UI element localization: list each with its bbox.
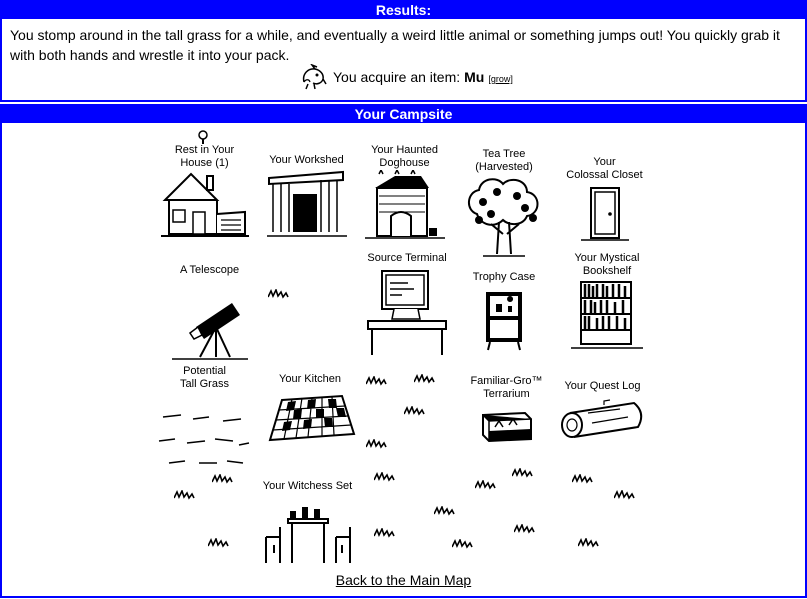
kitchen-icon (268, 394, 356, 442)
results-header: Results: (2, 2, 805, 19)
log-icon (560, 399, 642, 438)
tea-tree-label: Tea Tree (Harvested) (475, 148, 533, 173)
acquire-prefix: You acquire an item: (333, 69, 461, 85)
grass-tuft-icon (414, 374, 435, 383)
terminal-label: Source Terminal (367, 252, 447, 264)
magnifier-icon (198, 130, 208, 144)
grass-tuft-icon (475, 480, 496, 489)
item-name: Mu (464, 69, 485, 85)
campsite-bookshelf[interactable]: Your Mystical Bookshelf (562, 252, 652, 352)
tall-grass-icon (158, 414, 250, 464)
terrarium-label-1: Familiar-Gro™ (470, 375, 543, 387)
terrarium-icon (481, 411, 532, 443)
grass-tuft-icon (366, 439, 387, 448)
grow-link[interactable]: [grow] (488, 74, 513, 84)
doghouse-label-2: Doghouse (379, 157, 430, 169)
grass-tuft-icon (212, 474, 233, 483)
grass-tuft-icon (614, 490, 635, 499)
campsite-trophy-case[interactable]: Trophy Case (464, 271, 544, 352)
grass-tuft-icon (268, 289, 289, 298)
terrarium-label-2: Terrarium (483, 388, 530, 400)
quest-log-label: Your Quest Log (564, 380, 641, 392)
closet-label-2: Colossal Closet (566, 169, 643, 181)
mu-creature-icon (302, 64, 327, 90)
workshed-label: Your Workshed (269, 154, 344, 166)
grass-tuft-icon (452, 539, 473, 548)
house-label-2: House (1) (180, 157, 229, 169)
results-message: You stomp around in the tall grass for a… (10, 27, 780, 63)
witchess-icon (264, 507, 351, 563)
campsite-kitchen[interactable]: Your Kitchen (260, 373, 360, 446)
bookshelf-icon (571, 281, 643, 349)
back-to-main-map-link[interactable]: Back to the Main Map (336, 572, 471, 588)
telescope-icon (171, 303, 248, 360)
campsite-house[interactable]: Rest in Your House (1) (157, 130, 252, 240)
campsite-doghouse[interactable]: Your Haunted Doghouse (362, 144, 447, 242)
grass-tuft-icon (174, 490, 195, 499)
item-acquired-line: You acquire an item: Mu [grow] (300, 64, 513, 90)
tall-grass-label-2: Tall Grass (180, 378, 229, 390)
closet-icon (580, 187, 629, 241)
grass-tuft-icon (208, 538, 229, 547)
grass-tuft-icon (404, 406, 425, 415)
terminal-icon (367, 270, 447, 355)
campsite-tea-tree[interactable]: Tea Tree (Harvested) (454, 148, 554, 258)
house-icon (160, 172, 249, 237)
back-link-container: Back to the Main Map (2, 572, 805, 588)
campsite-workshed[interactable]: Your Workshed (264, 154, 349, 242)
grass-tuft-icon (578, 538, 599, 547)
bookshelf-label-2: Bookshelf (582, 265, 632, 277)
doghouse-label-1: Your Haunted (371, 144, 438, 156)
trophy-case-label: Trophy Case (472, 271, 536, 283)
grass-tuft-icon (512, 468, 533, 477)
campsite-telescope[interactable]: A Telescope (162, 264, 257, 361)
tall-grass-label-1: Potential (183, 365, 226, 377)
campsite-witchess[interactable]: Your Witchess Set (255, 480, 360, 567)
campsite-closet[interactable]: Your Colossal Closet (562, 156, 647, 244)
grass-tuft-icon (366, 376, 387, 385)
campsite-terrarium[interactable]: Familiar-Gro™ Terrarium (464, 375, 549, 447)
doghouse-icon (364, 170, 445, 239)
grass-tuft-icon (434, 506, 455, 515)
closet-label-1: Your (593, 156, 616, 168)
bookshelf-label-1: Your Mystical (574, 252, 640, 264)
workshed-icon (266, 170, 347, 237)
campsite-panel: Your Campsite Rest in Your House (1) You… (0, 104, 807, 598)
witchess-label: Your Witchess Set (262, 480, 353, 492)
trophy-case-icon (486, 292, 522, 351)
kitchen-label: Your Kitchen (279, 373, 341, 385)
house-label-1: Rest in Your (174, 144, 235, 156)
results-panel: Results: You stomp around in the tall gr… (0, 0, 807, 102)
grass-tuft-icon (374, 528, 395, 537)
grass-tuft-icon (514, 524, 535, 533)
campsite-tall-grass[interactable]: Potential Tall Grass (157, 365, 252, 467)
telescope-label: A Telescope (179, 264, 240, 276)
tea-tree-icon (468, 178, 539, 257)
campsite-source-terminal[interactable]: Source Terminal (362, 252, 452, 357)
grass-tuft-icon (572, 474, 593, 483)
grass-tuft-icon (374, 472, 395, 481)
campsite-header: Your Campsite (2, 106, 805, 123)
campsite-quest-log[interactable]: Your Quest Log (555, 380, 650, 445)
